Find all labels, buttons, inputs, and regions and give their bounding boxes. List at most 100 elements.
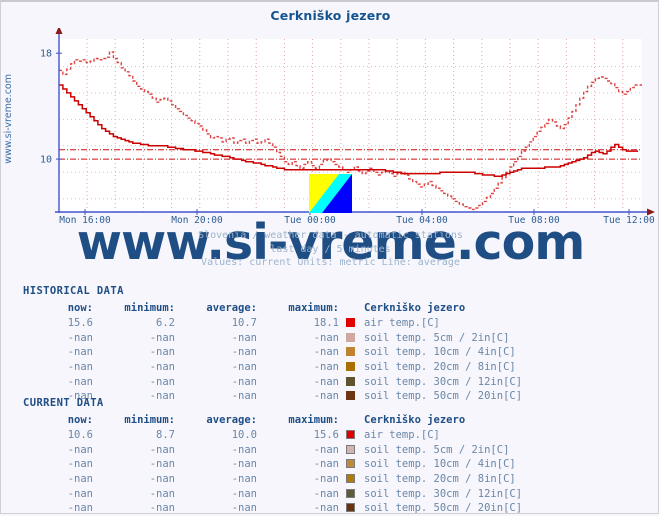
cell-now: -nan: [67, 458, 93, 471]
x-axis-tick-label: Tue 08:00: [508, 215, 560, 226]
col-header: average:: [206, 413, 257, 426]
x-axis-tick-label: Mon 20:00: [171, 215, 223, 226]
cell-average: -nan: [231, 346, 257, 359]
table-row: 10.6 8.7 10.0 15.6 air temp.[C]: [1, 428, 522, 443]
cell-maximum: -nan: [313, 487, 339, 500]
cell-series-label: soil temp. 30cm / 12in[C]: [364, 487, 523, 500]
legend-color-swatch: [345, 318, 355, 328]
cell-series-label: soil temp. 10cm / 4in[C]: [364, 458, 516, 471]
cell-series-label: air temp.[C]: [364, 317, 440, 330]
cell-now: 10.6: [67, 429, 93, 442]
cell-series-label: soil temp. 50cm / 20in[C]: [364, 502, 523, 515]
table-row: 15.6 6.2 10.7 18.1 air temp.[C]: [1, 316, 522, 331]
historical-data-table: now: minimum: average: maximum: Cerkniško je…: [1, 300, 522, 404]
cell-maximum: -nan: [313, 390, 339, 403]
cell-minimum: 8.7: [156, 429, 175, 442]
subtitle-line-2: last day / 5 minutes: [270, 243, 391, 255]
table-row: -nan -nan -nan -nan soil temp. 5cm / 2in[C]: [1, 331, 522, 346]
cell-average: -nan: [231, 331, 257, 344]
cell-series-label: soil temp. 30cm / 12in[C]: [364, 375, 523, 388]
col-header: now:: [67, 413, 93, 426]
table-row: -nan -nan -nan -nan soil temp. 30cm / 12in[C…: [1, 374, 522, 389]
cell-minimum: -nan: [149, 361, 175, 374]
cell-series-label: soil temp. 20cm / 8in[C]: [364, 473, 516, 486]
si-vreme-logo-badge: [309, 174, 352, 213]
cell-minimum: -nan: [149, 346, 175, 359]
legend-color-swatch: [345, 459, 355, 469]
cell-now: 15.6: [67, 317, 93, 330]
y-axis-arrow: [55, 28, 63, 34]
cell-now: -nan: [67, 473, 93, 486]
cell-maximum: -nan: [313, 361, 339, 374]
cell-average: -nan: [231, 473, 257, 486]
cell-minimum: -nan: [149, 390, 175, 403]
cell-average: 10.0: [231, 429, 257, 442]
col-header-swatch: [339, 300, 361, 316]
legend-color-swatch: [345, 332, 355, 342]
cell-maximum: -nan: [313, 346, 339, 359]
table-row: -nan -nan -nan -nan soil temp. 5cm / 2in[C]: [1, 443, 522, 458]
table-row: -nan -nan -nan -nan soil temp. 10cm / 4in[C]: [1, 457, 522, 472]
col-header: maximum:: [288, 301, 339, 314]
y-axis-tick-label: 10: [40, 155, 52, 166]
cell-minimum: -nan: [149, 487, 175, 500]
legend-color-swatch: [345, 488, 355, 498]
cell-minimum: -nan: [149, 331, 175, 344]
current-data-table: now: minimum: average: maximum: Cerkniško je…: [1, 412, 522, 516]
subtitle-line-1: Slovenia / weather data - automatic stat…: [198, 230, 463, 241]
col-header-swatch: [339, 412, 361, 428]
cell-legend-swatch: [339, 486, 361, 501]
cell-now: -nan: [67, 375, 93, 388]
cell-average: -nan: [231, 361, 257, 374]
legend-color-swatch: [345, 376, 355, 386]
x-axis-tick-label: Tue 12:00: [603, 215, 655, 226]
x-axis-tick-label: Tue 04:00: [396, 215, 448, 226]
cell-series-label: air temp.[C]: [364, 429, 440, 442]
cell-minimum: -nan: [149, 458, 175, 471]
table-row: -nan -nan -nan -nan soil temp. 50cm / 20in[C…: [1, 501, 522, 516]
cell-maximum: 15.6: [313, 429, 339, 442]
cell-maximum: -nan: [313, 443, 339, 456]
cell-legend-swatch: [339, 345, 361, 360]
y-axis-tick-label: 18: [40, 49, 52, 60]
cell-maximum: -nan: [313, 331, 339, 344]
page-title: Cerkniško jezero: [270, 8, 391, 23]
table-row: -nan -nan -nan -nan soil temp. 20cm / 8in[C]: [1, 472, 522, 487]
cell-now: -nan: [67, 361, 93, 374]
legend-color-swatch: [345, 474, 355, 484]
cell-series-label: soil temp. 20cm / 8in[C]: [364, 361, 516, 374]
col-header-station: Cerkniško jezero: [364, 413, 466, 426]
table-row: -nan -nan -nan -nan soil temp. 10cm / 4in[C]: [1, 345, 522, 360]
cell-average: -nan: [231, 487, 257, 500]
cell-legend-swatch: [339, 501, 361, 516]
cell-legend-swatch: [339, 443, 361, 458]
cell-series-label: soil temp. 5cm / 2in[C]: [364, 331, 510, 344]
legend-color-swatch: [345, 444, 355, 454]
col-header-station: Cerkniško jezero: [364, 301, 466, 314]
col-header: now:: [67, 301, 93, 314]
cell-average: -nan: [231, 390, 257, 403]
cell-average: -nan: [231, 375, 257, 388]
cell-minimum: 6.2: [156, 317, 175, 330]
cell-minimum: -nan: [149, 443, 175, 456]
col-header: minimum:: [124, 301, 175, 314]
cell-legend-swatch: [339, 360, 361, 375]
col-header: minimum:: [124, 413, 175, 426]
cell-series-label: soil temp. 5cm / 2in[C]: [364, 443, 510, 456]
cell-series-label: soil temp. 10cm / 4in[C]: [364, 346, 516, 359]
cell-legend-swatch: [339, 472, 361, 487]
table-header-row: now: minimum: average: maximum: Cerkniško je…: [1, 300, 522, 316]
cell-legend-swatch: [339, 428, 361, 443]
cell-now: -nan: [67, 502, 93, 515]
cell-minimum: -nan: [149, 375, 175, 388]
legend-color-swatch: [345, 430, 355, 440]
cell-average: -nan: [231, 458, 257, 471]
cell-average: -nan: [231, 502, 257, 515]
legend-color-swatch: [345, 391, 355, 401]
cell-maximum: -nan: [313, 375, 339, 388]
legend-color-swatch: [345, 503, 355, 513]
cell-average: -nan: [231, 443, 257, 456]
page-root: Cerkniško jezero www.si-vreme.com 10 18 M…: [0, 0, 659, 514]
cell-legend-swatch: [339, 457, 361, 472]
cell-maximum: -nan: [313, 502, 339, 515]
